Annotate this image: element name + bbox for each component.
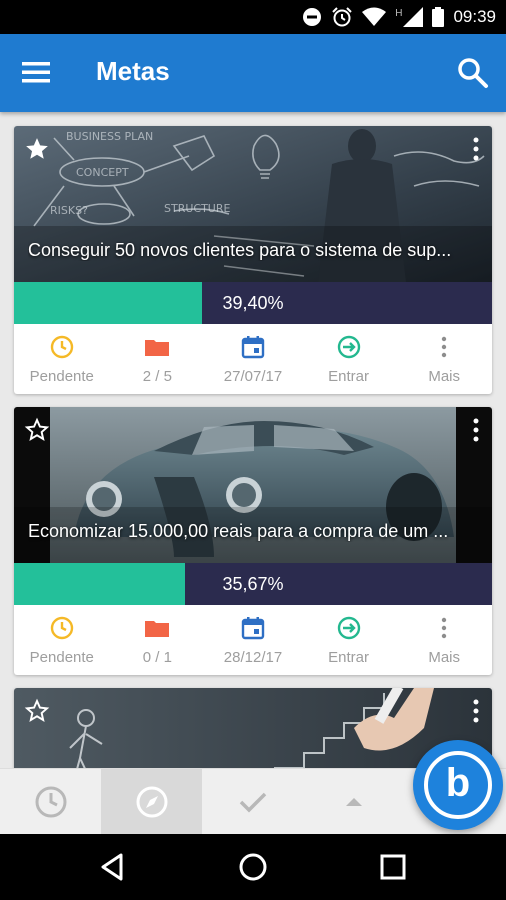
more-vertical-icon[interactable] xyxy=(468,417,484,443)
tasks-action[interactable]: 2 / 5 xyxy=(110,324,206,394)
more-vertical-icon[interactable] xyxy=(468,136,484,162)
goal-actions: Pendente 0 / 1 28/12/17 Entrar Mais xyxy=(14,605,492,675)
nav-pending[interactable] xyxy=(0,769,101,835)
enter-label: Entrar xyxy=(328,368,369,385)
enter-arrow-icon xyxy=(337,335,360,359)
status-action[interactable]: Pendente xyxy=(14,324,110,394)
signal-icon xyxy=(403,7,424,27)
app-bar: Metas xyxy=(0,34,506,112)
system-navigation-bar xyxy=(0,834,506,900)
svg-text:CONCEPT: CONCEPT xyxy=(76,166,129,179)
due-date: 28/12/17 xyxy=(223,649,283,666)
status-bar: H 09:39 xyxy=(0,0,506,34)
fab-button[interactable]: b xyxy=(413,740,503,830)
goal-card[interactable]: Economizar 15.000,00 reais para a compra… xyxy=(14,407,492,675)
status-time: 09:39 xyxy=(453,7,496,26)
nav-explore[interactable] xyxy=(101,769,202,835)
favorite-star-outline-icon[interactable] xyxy=(24,417,50,443)
fab-label: b xyxy=(445,761,471,805)
hamburger-menu-icon[interactable] xyxy=(22,60,52,84)
goal-card[interactable]: CONCEPT RISKS? STRUCTURE BUSINESS PLAN C… xyxy=(14,126,492,394)
svg-text:RISKS?: RISKS? xyxy=(50,204,88,217)
wifi-icon xyxy=(362,7,387,26)
goals-list: CONCEPT RISKS? STRUCTURE BUSINESS PLAN C… xyxy=(0,112,506,768)
goal-title: Conseguir 50 novos clientes para o siste… xyxy=(28,240,452,260)
goal-title: Economizar 15.000,00 reais para a compra… xyxy=(28,521,449,541)
network-type-label: H xyxy=(395,7,403,19)
goal-progress-bar: 39,40% xyxy=(14,282,492,324)
goal-image: Economizar 15.000,00 reais para a compra… xyxy=(14,407,492,563)
goal-image: CONCEPT RISKS? STRUCTURE BUSINESS PLAN C… xyxy=(14,126,492,282)
check-icon xyxy=(239,792,266,813)
favorite-star-icon[interactable] xyxy=(24,136,50,162)
progress-label: 39,40% xyxy=(222,293,284,313)
svg-text:BUSINESS PLAN: BUSINESS PLAN xyxy=(66,130,153,143)
tasks-count: 0 / 1 xyxy=(142,649,172,666)
alarm-icon xyxy=(332,7,352,27)
folder-icon xyxy=(145,340,170,356)
enter-label: Entrar xyxy=(328,649,369,666)
clock-icon xyxy=(50,335,73,359)
folder-icon xyxy=(145,621,170,637)
more-action[interactable]: Mais xyxy=(396,324,492,394)
home-icon[interactable] xyxy=(236,850,270,884)
more-vertical-icon xyxy=(441,336,447,358)
status-label: Pendente xyxy=(29,368,94,385)
calendar-icon xyxy=(241,617,265,640)
more-vertical-icon xyxy=(441,617,447,639)
favorite-star-outline-icon[interactable] xyxy=(24,698,50,724)
clock-icon xyxy=(50,616,73,640)
status-label: Pendente xyxy=(29,649,94,666)
more-label: Mais xyxy=(428,368,460,385)
search-icon[interactable] xyxy=(456,56,490,90)
clock-icon xyxy=(35,786,66,818)
do-not-disturb-icon xyxy=(303,8,322,26)
nav-completed[interactable] xyxy=(202,769,303,835)
back-icon[interactable] xyxy=(97,850,131,884)
date-action[interactable]: 27/07/17 xyxy=(205,324,301,394)
more-label: Mais xyxy=(428,649,460,666)
status-action[interactable]: Pendente xyxy=(14,605,110,675)
compass-icon xyxy=(136,786,167,818)
recents-icon[interactable] xyxy=(376,850,410,884)
battery-icon xyxy=(432,7,445,27)
due-date: 27/07/17 xyxy=(223,368,283,385)
date-action[interactable]: 28/12/17 xyxy=(205,605,301,675)
enter-action[interactable]: Entrar xyxy=(301,324,397,394)
tasks-count: 2 / 5 xyxy=(142,368,172,385)
progress-label: 35,67% xyxy=(222,574,284,594)
chevron-up-icon xyxy=(345,798,362,806)
goal-actions: Pendente 2 / 5 27/07/17 Entrar Mais xyxy=(14,324,492,394)
tasks-action[interactable]: 0 / 1 xyxy=(110,605,206,675)
svg-text:STRUCTURE: STRUCTURE xyxy=(164,202,230,215)
enter-arrow-icon xyxy=(337,616,360,640)
enter-action[interactable]: Entrar xyxy=(301,605,397,675)
calendar-icon xyxy=(241,336,265,359)
more-action[interactable]: Mais xyxy=(396,605,492,675)
more-vertical-icon[interactable] xyxy=(468,698,484,724)
page-title: Metas xyxy=(96,56,170,86)
nav-expand[interactable] xyxy=(303,769,404,835)
goal-progress-bar: 35,67% xyxy=(14,563,492,605)
